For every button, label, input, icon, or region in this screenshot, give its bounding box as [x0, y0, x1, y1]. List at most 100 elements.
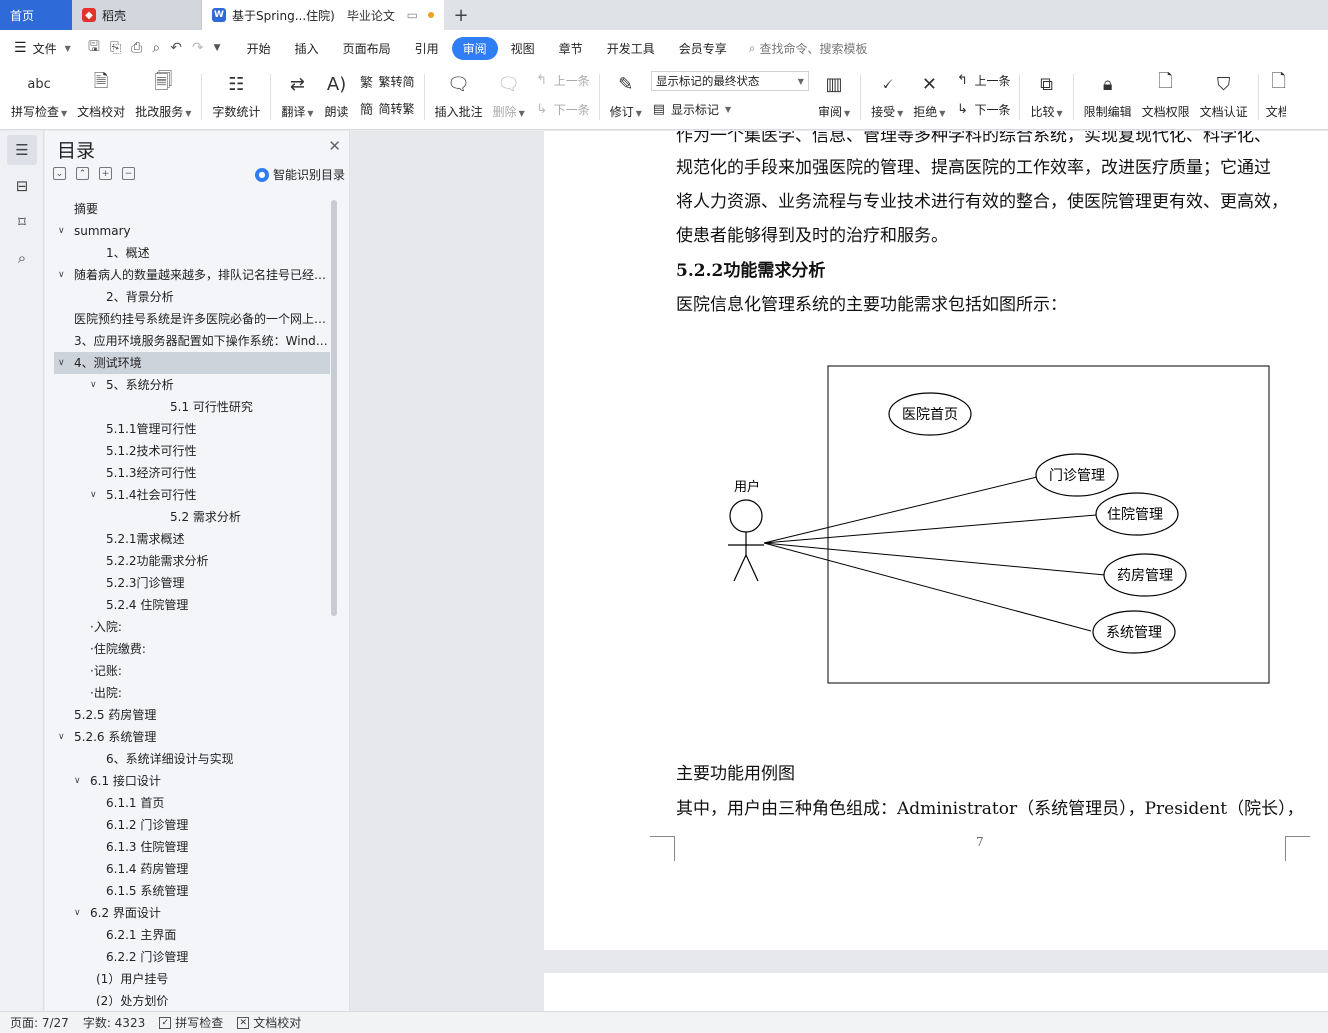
chevron-down-icon[interactable]: ∨: [58, 352, 65, 374]
command-search[interactable]: ⌕ 查找命令、搜索模板: [749, 40, 868, 57]
chevron-down-icon[interactable]: ∨: [58, 220, 65, 242]
usecase-system[interactable]: 系统管理: [1092, 610, 1176, 654]
window-mode-icon[interactable]: ▭: [407, 8, 418, 22]
review-pane-button[interactable]: ▥ 审阅 ▼: [813, 66, 855, 120]
toc-panel-icon[interactable]: ☰: [7, 135, 37, 165]
toc-item[interactable]: ∨ 6.2 界面设计: [54, 902, 330, 924]
remove-heading-icon[interactable]: −: [122, 167, 135, 180]
menu-start[interactable]: 开始: [236, 37, 282, 60]
print-icon[interactable]: ⎙: [131, 40, 142, 56]
reject-button[interactable]: ✕ 拒绝 ▼: [908, 66, 950, 120]
word-count-button[interactable]: ☷ 字数统计: [207, 66, 265, 120]
toc-item[interactable]: 3、应用环境服务器配置如下操作系统：Windows: [54, 330, 330, 352]
revise-button[interactable]: ✎ 修订 ▼: [605, 66, 647, 120]
word-count-indicator[interactable]: 字数: 4323: [83, 1014, 145, 1031]
prev-change-button[interactable]: ↰ 上一条: [954, 72, 1010, 89]
next-comment-button[interactable]: ↳ 下一条: [534, 101, 589, 118]
close-icon[interactable]: ✕: [328, 137, 341, 155]
menu-review[interactable]: 审阅: [451, 36, 498, 60]
toc-item[interactable]: 5.2.5 药房管理: [54, 704, 330, 726]
new-tab-button[interactable]: +: [444, 0, 478, 30]
toc-item[interactable]: 2、背景分析: [54, 286, 330, 308]
chevron-down-icon[interactable]: ∨: [90, 374, 97, 396]
file-menu[interactable]: ☰ 文件 ▼: [0, 40, 88, 57]
expand-all-icon[interactable]: ⌄: [53, 167, 66, 180]
redo-icon[interactable]: ↷: [192, 40, 204, 56]
accept-button[interactable]: 🗸 接受 ▼: [866, 66, 908, 120]
bookmark-icon[interactable]: ⌑: [7, 207, 37, 237]
toc-item[interactable]: ∨ 随着病人的数量越来越多，排队记名挂号已经不能满足医院的需求: [54, 264, 330, 286]
toc-item[interactable]: 5.2.1需求概述: [54, 528, 330, 550]
doc-proof-button[interactable]: 🗎 文档校对: [72, 66, 130, 120]
toc-item[interactable]: 5.1.3经济可行性: [54, 462, 330, 484]
show-markup-button[interactable]: ▤ 显示标记 ▼: [651, 101, 809, 118]
toc-item[interactable]: 5.2.2功能需求分析: [54, 550, 330, 572]
doc-auth-button[interactable]: ⛉ 文档认证: [1195, 66, 1253, 120]
menu-chapter[interactable]: 章节: [548, 37, 594, 60]
toc-item[interactable]: 5.2 需求分析: [54, 506, 330, 528]
toc-item[interactable]: 6.1.3 住院管理: [54, 836, 330, 858]
menu-devtools[interactable]: 开发工具: [596, 37, 666, 60]
usecase-inpatient[interactable]: 住院管理: [1095, 492, 1179, 536]
toc-item[interactable]: ∨ 5.2.6 系统管理: [54, 726, 330, 748]
doc-more-button[interactable]: 🗋 文档: [1264, 66, 1286, 120]
toc-item[interactable]: 6.2.2 门诊管理: [54, 946, 330, 968]
usecase-pharmacy[interactable]: 药房管理: [1103, 553, 1187, 597]
toc-item[interactable]: 5.1.2技术可行性: [54, 440, 330, 462]
compare-button[interactable]: ⧉ 比较 ▼: [1025, 66, 1067, 120]
toc-scrollbar[interactable]: [331, 200, 337, 616]
markup-state-select[interactable]: 显示标记的最终状态 ▼: [650, 71, 809, 91]
chevron-down-icon[interactable]: ∨: [58, 264, 65, 286]
page-indicator[interactable]: 页面: 7/27: [10, 1014, 69, 1031]
document-page[interactable]: 作为一个集医学、信息、管理等多种学科的综合系统，实现复现代化、科学化、 规范化的…: [544, 131, 1328, 950]
spellcheck-button[interactable]: abc 拼写检查 ▼: [6, 66, 72, 120]
toc-item[interactable]: ·入院:: [54, 616, 330, 638]
batch-service-button[interactable]: 🗐 批改服务 ▼: [130, 66, 196, 120]
toc-item[interactable]: 5.2.3门诊管理: [54, 572, 330, 594]
toc-item[interactable]: (2）处方划价: [54, 990, 330, 1006]
toc-item[interactable]: ∨ summary: [54, 220, 330, 242]
chevron-down-icon[interactable]: ∨: [74, 770, 81, 792]
add-heading-icon[interactable]: +: [99, 167, 112, 180]
tab-document[interactable]: W 基于Spring...住院) 毕业论文 ▭: [202, 0, 444, 30]
restrict-edit-button[interactable]: 🔒︎ 限制编辑: [1079, 66, 1137, 120]
toc-item[interactable]: ·记账:: [54, 660, 330, 682]
menu-reference[interactable]: 引用: [404, 37, 450, 60]
menu-member[interactable]: 会员专享: [668, 37, 738, 60]
toc-item[interactable]: 6.2.1 主界面: [54, 924, 330, 946]
toc-item[interactable]: 6.1.2 门诊管理: [54, 814, 330, 836]
toc-item[interactable]: ·出院:: [54, 682, 330, 704]
toc-item[interactable]: ∨ 5、系统分析: [54, 374, 330, 396]
next-change-button[interactable]: ↳ 下一条: [954, 101, 1010, 118]
toc-item[interactable]: ·住院缴费:: [54, 638, 330, 660]
read-aloud-button[interactable]: A) 朗读: [319, 66, 355, 120]
toc-item[interactable]: 6.1.5 系统管理: [54, 880, 330, 902]
undo-icon[interactable]: ↶: [170, 40, 182, 56]
tab-daoke[interactable]: ◆ 稻壳: [72, 0, 202, 30]
toc-item[interactable]: (1）用户挂号: [54, 968, 330, 990]
chevron-down-icon[interactable]: ∨: [58, 726, 65, 748]
smart-toc-button[interactable]: ● 智能识别目录: [254, 166, 345, 183]
insert-comment-button[interactable]: 🗨 插入批注: [430, 66, 488, 120]
prev-comment-button[interactable]: ↰ 上一条: [534, 72, 589, 89]
toc-item[interactable]: 6、系统详细设计与实现: [54, 748, 330, 770]
toc-item[interactable]: 5.1 可行性研究: [54, 396, 330, 418]
toc-item[interactable]: 6.1.4 药房管理: [54, 858, 330, 880]
chapter-nav-icon[interactable]: ⊟: [7, 171, 37, 201]
collapse-all-icon[interactable]: ⌃: [76, 167, 89, 180]
toc-item[interactable]: 医院预约挂号系统是许多医院必备的一个网上挂号系统: [54, 308, 330, 330]
doc-permission-button[interactable]: 🗋 文档权限: [1137, 66, 1195, 120]
save-icon[interactable]: 🖫: [88, 36, 100, 60]
status-proof[interactable]: ✕ 文档校对: [237, 1014, 301, 1031]
tab-home[interactable]: 首页: [0, 0, 72, 30]
customize-icon[interactable]: ▼: [214, 43, 221, 53]
menu-insert[interactable]: 插入: [284, 37, 330, 60]
toc-item[interactable]: 摘要: [54, 198, 330, 220]
usecase-home[interactable]: 医院首页: [888, 392, 972, 436]
next-page[interactable]: [544, 973, 1328, 1011]
toc-item[interactable]: ∨ 5.1.4社会可行性: [54, 484, 330, 506]
usecase-outpatient[interactable]: 门诊管理: [1035, 453, 1119, 497]
chevron-down-icon[interactable]: ∨: [90, 484, 97, 506]
toc-item[interactable]: 6.1.1 首页: [54, 792, 330, 814]
trad-to-simp-button[interactable]: 繁繁转简: [359, 72, 415, 91]
